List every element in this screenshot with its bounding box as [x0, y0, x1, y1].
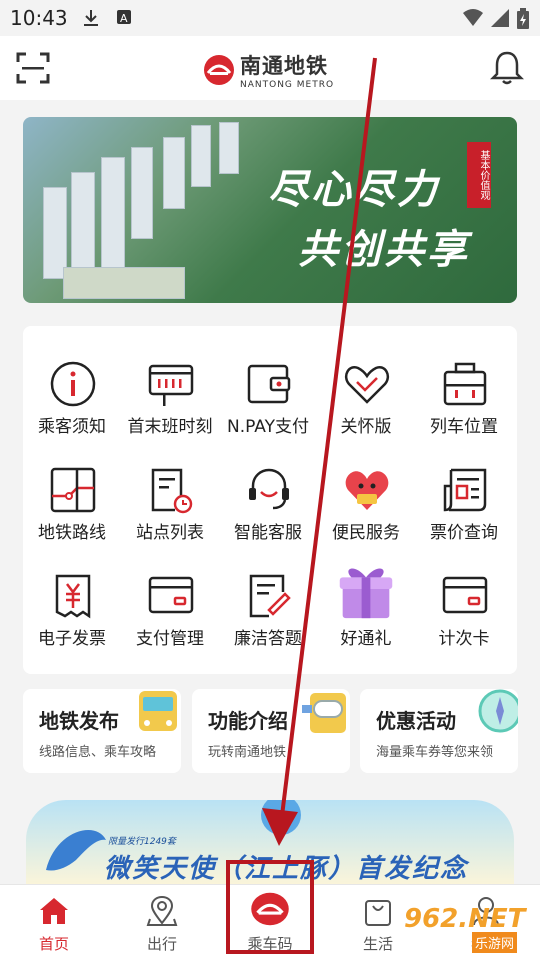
annotation-arrow — [262, 57, 377, 846]
watermark: 962.NET 乐游网 — [400, 904, 540, 956]
watermark-sub: 乐游网 — [472, 932, 518, 953]
watermark-brand: 962.NET — [404, 904, 526, 934]
annotation-highlight-box — [226, 860, 314, 954]
